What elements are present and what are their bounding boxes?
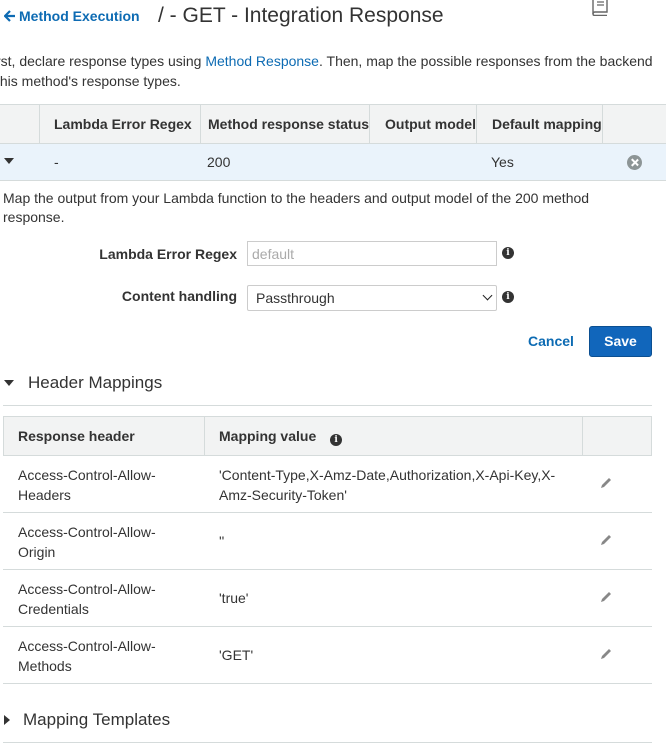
cancel-button[interactable]: Cancel bbox=[528, 333, 574, 349]
back-label: Method Execution bbox=[19, 8, 140, 24]
intro-text-part: rst, declare response types using bbox=[0, 53, 206, 69]
pencil-icon[interactable] bbox=[599, 476, 613, 490]
intro-line-2: this method's response types. bbox=[0, 73, 181, 89]
method-execution-link[interactable]: Method Execution bbox=[4, 8, 140, 24]
info-icon[interactable]: i bbox=[502, 247, 514, 259]
mapping-value: 'true' bbox=[219, 590, 249, 606]
info-icon[interactable]: i bbox=[502, 291, 514, 303]
remove-circle-icon[interactable] bbox=[627, 155, 642, 170]
header-mappings-toggle[interactable]: Header Mappings bbox=[3, 373, 162, 393]
column-lambda-error-regex: Lambda Error Regex bbox=[39, 105, 200, 144]
column-mapping-value-label: Mapping value bbox=[219, 428, 317, 444]
chevron-down-icon bbox=[482, 290, 493, 301]
response-table: Lambda Error Regex Method response statu… bbox=[0, 104, 666, 181]
book-icon[interactable] bbox=[590, 0, 610, 16]
column-actions bbox=[602, 105, 666, 144]
response-header-name: Access-Control-Allow-Headers bbox=[18, 467, 156, 503]
content-handling-value: Passthrough bbox=[256, 290, 335, 306]
row-default-mapping: Yes bbox=[491, 154, 514, 170]
collapse-caret-icon[interactable] bbox=[4, 158, 14, 164]
response-header-name: Access-Control-Allow-Origin bbox=[18, 524, 156, 560]
mapping-value: '' bbox=[219, 533, 225, 549]
header-mappings-title: Header Mappings bbox=[28, 373, 163, 392]
table-row: Access-Control-Allow-Credentials 'true' bbox=[3, 570, 652, 627]
divider bbox=[3, 742, 652, 743]
column-output-model: Output model bbox=[369, 105, 476, 144]
divider bbox=[3, 405, 652, 406]
mapping-templates-toggle[interactable]: Mapping Templates bbox=[2, 710, 170, 730]
response-header-name: Access-Control-Allow-Methods bbox=[18, 638, 156, 674]
header-mappings-table-header: Response header Mapping value i bbox=[3, 416, 652, 456]
table-row: Access-Control-Allow-Origin '' bbox=[3, 513, 652, 570]
pencil-icon[interactable] bbox=[599, 590, 613, 604]
header-mappings-table: Response header Mapping value i Access-C… bbox=[3, 416, 652, 684]
divider bbox=[582, 417, 583, 455]
row-regex: - bbox=[54, 154, 59, 170]
content-handling-label: Content handling bbox=[121, 288, 237, 304]
page-header: Method Execution / - GET - Integration R… bbox=[0, 0, 666, 34]
save-button[interactable]: Save bbox=[589, 326, 652, 357]
pencil-icon[interactable] bbox=[599, 533, 613, 547]
column-mapping-value: Mapping value i bbox=[219, 417, 343, 455]
caret-down-icon bbox=[4, 380, 14, 386]
column-response-header: Response header bbox=[18, 428, 135, 444]
response-table-header: Lambda Error Regex Method response statu… bbox=[0, 104, 666, 144]
intro-text-part: . Then, map the possible responses from … bbox=[318, 53, 653, 69]
caret-right-icon bbox=[4, 715, 10, 725]
response-header-name: Access-Control-Allow-Credentials bbox=[18, 581, 156, 617]
table-row: Access-Control-Allow-Headers 'Content-Ty… bbox=[3, 456, 652, 513]
pencil-icon[interactable] bbox=[599, 647, 613, 661]
column-default-mapping: Default mapping bbox=[476, 105, 602, 144]
regex-label: Lambda Error Regex bbox=[99, 246, 237, 262]
intro-text: rst, declare response types using Method… bbox=[0, 51, 666, 91]
table-row: Access-Control-Allow-Methods 'GET' bbox=[3, 627, 652, 684]
regex-input[interactable] bbox=[247, 241, 497, 266]
method-response-link[interactable]: Method Response bbox=[205, 53, 319, 69]
content-handling-row: Content handling Passthrough i bbox=[0, 285, 666, 311]
mapping-value: 'Content-Type,X-Amz-Date,Authorization,X… bbox=[219, 467, 556, 503]
info-icon[interactable]: i bbox=[330, 434, 343, 446]
row-status: 200 bbox=[207, 154, 231, 170]
arrow-left-icon bbox=[4, 10, 15, 22]
regex-row: Lambda Error Regex i bbox=[0, 241, 666, 267]
column-method-response-status: Method response status bbox=[200, 105, 369, 144]
content-handling-select[interactable]: Passthrough bbox=[247, 285, 497, 311]
response-row[interactable]: - 200 Yes bbox=[0, 144, 666, 181]
mapping-description: Map the output from your Lambda function… bbox=[3, 190, 590, 225]
mapping-templates-title: Mapping Templates bbox=[23, 710, 171, 729]
mapping-value: 'GET' bbox=[219, 647, 254, 663]
divider bbox=[204, 417, 205, 455]
page-title: / - GET - Integration Response bbox=[158, 4, 444, 27]
